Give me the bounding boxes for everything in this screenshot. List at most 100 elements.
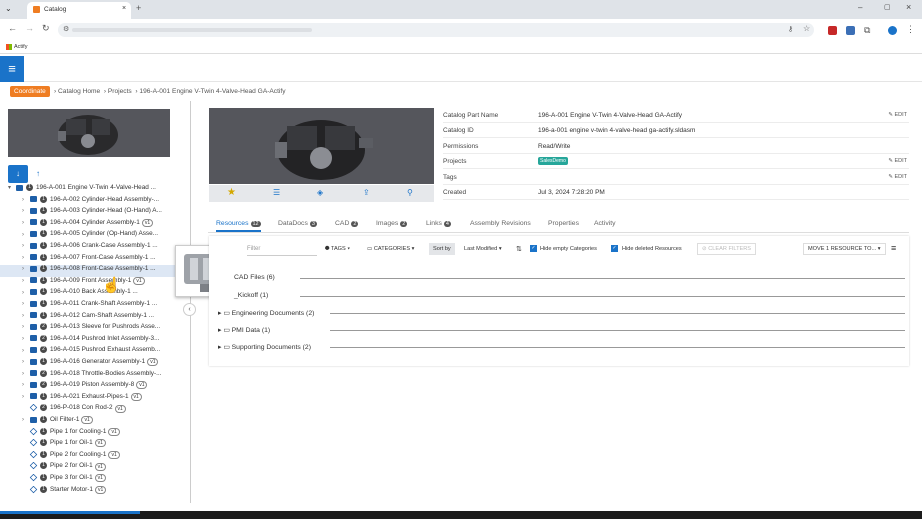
expand-icon[interactable]: › (22, 290, 30, 296)
category-row[interactable]: ▸ ▭ PMI Data (1) (218, 326, 270, 334)
expand-icon[interactable]: › (22, 266, 30, 272)
browser-menu-icon[interactable]: ⋮ (906, 24, 915, 35)
tree-item[interactable]: › 1 196-A-005 Cylinder (Op-Hand) Asse... (0, 230, 191, 242)
reload-icon[interactable]: ↻ (42, 23, 50, 34)
empty-categories-checkbox[interactable]: ✓ (530, 245, 537, 252)
expand-icon[interactable]: › (22, 371, 30, 377)
collapse-sidebar-icon[interactable]: ‹ (183, 303, 196, 316)
tab-cad[interactable]: CAD 2 (335, 220, 359, 227)
hamburger-menu-icon[interactable]: ≡ (0, 56, 24, 82)
tree-item[interactable]: › 1 196-A-012 Cam-Shaft Assembly-1 ... (0, 311, 191, 324)
expand-icon[interactable]: › (22, 243, 30, 249)
expand-icon[interactable]: › (22, 220, 30, 226)
tree-item[interactable]: 2 196-P-018 Con Rod-2 v1 (0, 404, 191, 416)
back-icon[interactable]: ← (8, 23, 17, 33)
breadcrumb-link[interactable]: Catalog Home (58, 88, 100, 95)
sort-select[interactable]: Last Modified ▾ (464, 246, 502, 252)
tree-item[interactable]: › 1 196-A-002 Cylinder-Head Assembly-... (0, 195, 191, 208)
category-row[interactable]: ▸ ▭ Engineering Documents (2) (218, 309, 314, 317)
tree-item[interactable]: › 2 196-A-019 Piston Assembly-8 v1 (0, 381, 191, 393)
extension-icon[interactable] (846, 26, 855, 35)
tree-item[interactable]: › 1 196-A-016 Generator Assembly-1 v1 (0, 358, 191, 370)
favorite-star-icon[interactable]: ★ (227, 187, 236, 198)
category-row[interactable]: _Kickoff (1) (234, 292, 268, 299)
category-row[interactable]: CAD Files (6) (234, 274, 275, 281)
categories-dropdown[interactable]: ▭ CATEGORIES ▾ (367, 246, 414, 252)
expand-icon[interactable]: › (22, 301, 30, 307)
tree-item[interactable]: › 1 196-A-021 Exhaust-Pipes-1 v1 (0, 392, 191, 405)
breadcrumb-link[interactable]: Projects (108, 88, 132, 95)
expand-icon[interactable]: › (22, 359, 30, 365)
expand-icon[interactable]: ▾ (8, 184, 16, 191)
expand-icon[interactable]: › (22, 313, 30, 319)
expand-icon[interactable]: › (22, 348, 30, 354)
deleted-resources-checkbox[interactable]: ✓ (611, 245, 618, 252)
close-window-icon[interactable]: × (906, 2, 911, 12)
edit-button[interactable]: ✎ EDIT (888, 174, 907, 180)
tab-assembly-revisions[interactable]: Assembly Revisions (470, 220, 531, 227)
close-tab-icon[interactable]: × (122, 5, 126, 12)
tree-item[interactable]: 1 Pipe 3 for Oil-1 v1 (0, 474, 191, 486)
tree-item[interactable]: › 1 196-A-009 Front Assembly-1 v1 (0, 276, 191, 289)
tree-item[interactable]: 1 Starter Motor-1 v1 (0, 485, 191, 498)
edit-button[interactable]: ✎ EDIT (888, 112, 907, 118)
tab-images[interactable]: Images 2 (376, 220, 408, 227)
tab-resources[interactable]: Resources 12 (216, 220, 261, 232)
tree-item[interactable]: › 1 196-A-003 Cylinder-Head (O-Hand) A... (0, 207, 191, 219)
tree-item[interactable]: ▾ 1 196-A-001 Engine V-Twin 4-Valve-Head .… (0, 184, 191, 196)
download-arrow-icon[interactable]: ↓ (8, 165, 28, 183)
expand-icon[interactable]: › (22, 336, 30, 342)
tree-item[interactable]: 1 Pipe 2 for Oil-1 v1 (0, 462, 191, 474)
tree-item[interactable]: › 1 196-A-010 Back Assembly-1 ... (0, 288, 191, 300)
tab-list-icon[interactable]: ⌄ (5, 4, 12, 13)
forward-icon[interactable]: → (25, 23, 34, 33)
tab-datadocs[interactable]: DataDocs 3 (278, 220, 317, 227)
expand-icon[interactable]: › (22, 324, 30, 330)
tree-item[interactable]: › 2 196-A-015 Pushrod Exhaust Assemb... (0, 346, 191, 358)
tab-links[interactable]: Links 4 (426, 220, 451, 227)
tree-item[interactable]: 1 Pipe 1 for Oil-1 v1 (0, 439, 191, 451)
password-key-icon[interactable]: ⚷ (788, 25, 793, 33)
tree-item[interactable]: › 1 196-A-011 Crank-Shaft Assembly-1 ... (0, 300, 191, 312)
bookmark-star-icon[interactable]: ☆ (803, 24, 810, 33)
tab-activity[interactable]: Activity (594, 220, 616, 227)
tree-item[interactable]: › 1 196-A-007 Front-Case Assembly-1 ... (0, 253, 191, 266)
expand-icon[interactable]: › (22, 197, 30, 203)
category-row[interactable]: ▸ ▭ Supporting Documents (2) (218, 343, 311, 351)
tree-item[interactable]: › 1 Oil Filter-1 v1 (0, 416, 191, 428)
tree-item[interactable]: 1 Pipe 1 for Cooling-1 v1 (0, 427, 191, 440)
tree-item[interactable]: › 2 196-A-014 Pushrod Inlet Assembly-3... (0, 334, 191, 347)
url-field[interactable]: ⚙ ⚷ ☆ (58, 23, 814, 37)
tree-item[interactable]: › 1 196-A-006 Crank-Case Assembly-1 ... (0, 242, 191, 254)
profile-avatar[interactable] (888, 26, 897, 35)
expand-icon[interactable]: › (22, 278, 30, 284)
up-arrow-icon[interactable]: ↑ (36, 169, 40, 178)
tab-properties[interactable]: Properties (548, 220, 579, 227)
expand-icon[interactable]: › (22, 232, 30, 238)
expand-icon[interactable]: › (22, 417, 30, 423)
edit-button[interactable]: ✎ EDIT (888, 158, 907, 164)
move-resource-button[interactable]: MOVE 1 RESOURCE TO... ▾ (803, 243, 886, 255)
main-model-viewer[interactable] (209, 108, 434, 184)
share-icon[interactable]: ⇪ (363, 188, 370, 197)
bookmark-link[interactable]: Actify (14, 44, 27, 50)
extension-icon[interactable] (828, 26, 837, 35)
tree-item[interactable]: 1 Pipe 2 for Cooling-1 v1 (0, 450, 191, 463)
expand-icon[interactable]: › (22, 208, 30, 214)
site-info-icon[interactable]: ⚙ (63, 25, 69, 33)
expand-icon[interactable]: › (22, 382, 30, 388)
extensions-puzzle-icon[interactable]: ⧉ (864, 25, 870, 36)
tree-item[interactable]: › 1 196-A-008 Front-Case Assembly-1 ... (0, 265, 191, 277)
tree-item[interactable]: › 2 196-A-013 Sleeve for Pushrods Asse... (0, 323, 191, 335)
maximize-icon[interactable]: ▢ (884, 3, 891, 11)
tree-item[interactable]: › 2 196-A-018 Throttle-Bodies Assembly-... (0, 369, 191, 382)
sort-direction-icon[interactable]: ⇅ (516, 245, 522, 253)
list-icon[interactable]: ☰ (273, 188, 280, 197)
browser-tab[interactable]: Catalog × (27, 2, 131, 19)
project-tag[interactable]: SalesDemo (538, 157, 568, 166)
more-menu-icon[interactable]: ≡ (891, 243, 896, 253)
coordinate-home-button[interactable]: Coordinate (10, 86, 50, 97)
tags-dropdown[interactable]: ⯃ TAGS ▾ (325, 246, 350, 253)
minimize-icon[interactable]: – (858, 3, 862, 12)
pin-icon[interactable]: ⚲ (407, 188, 413, 197)
